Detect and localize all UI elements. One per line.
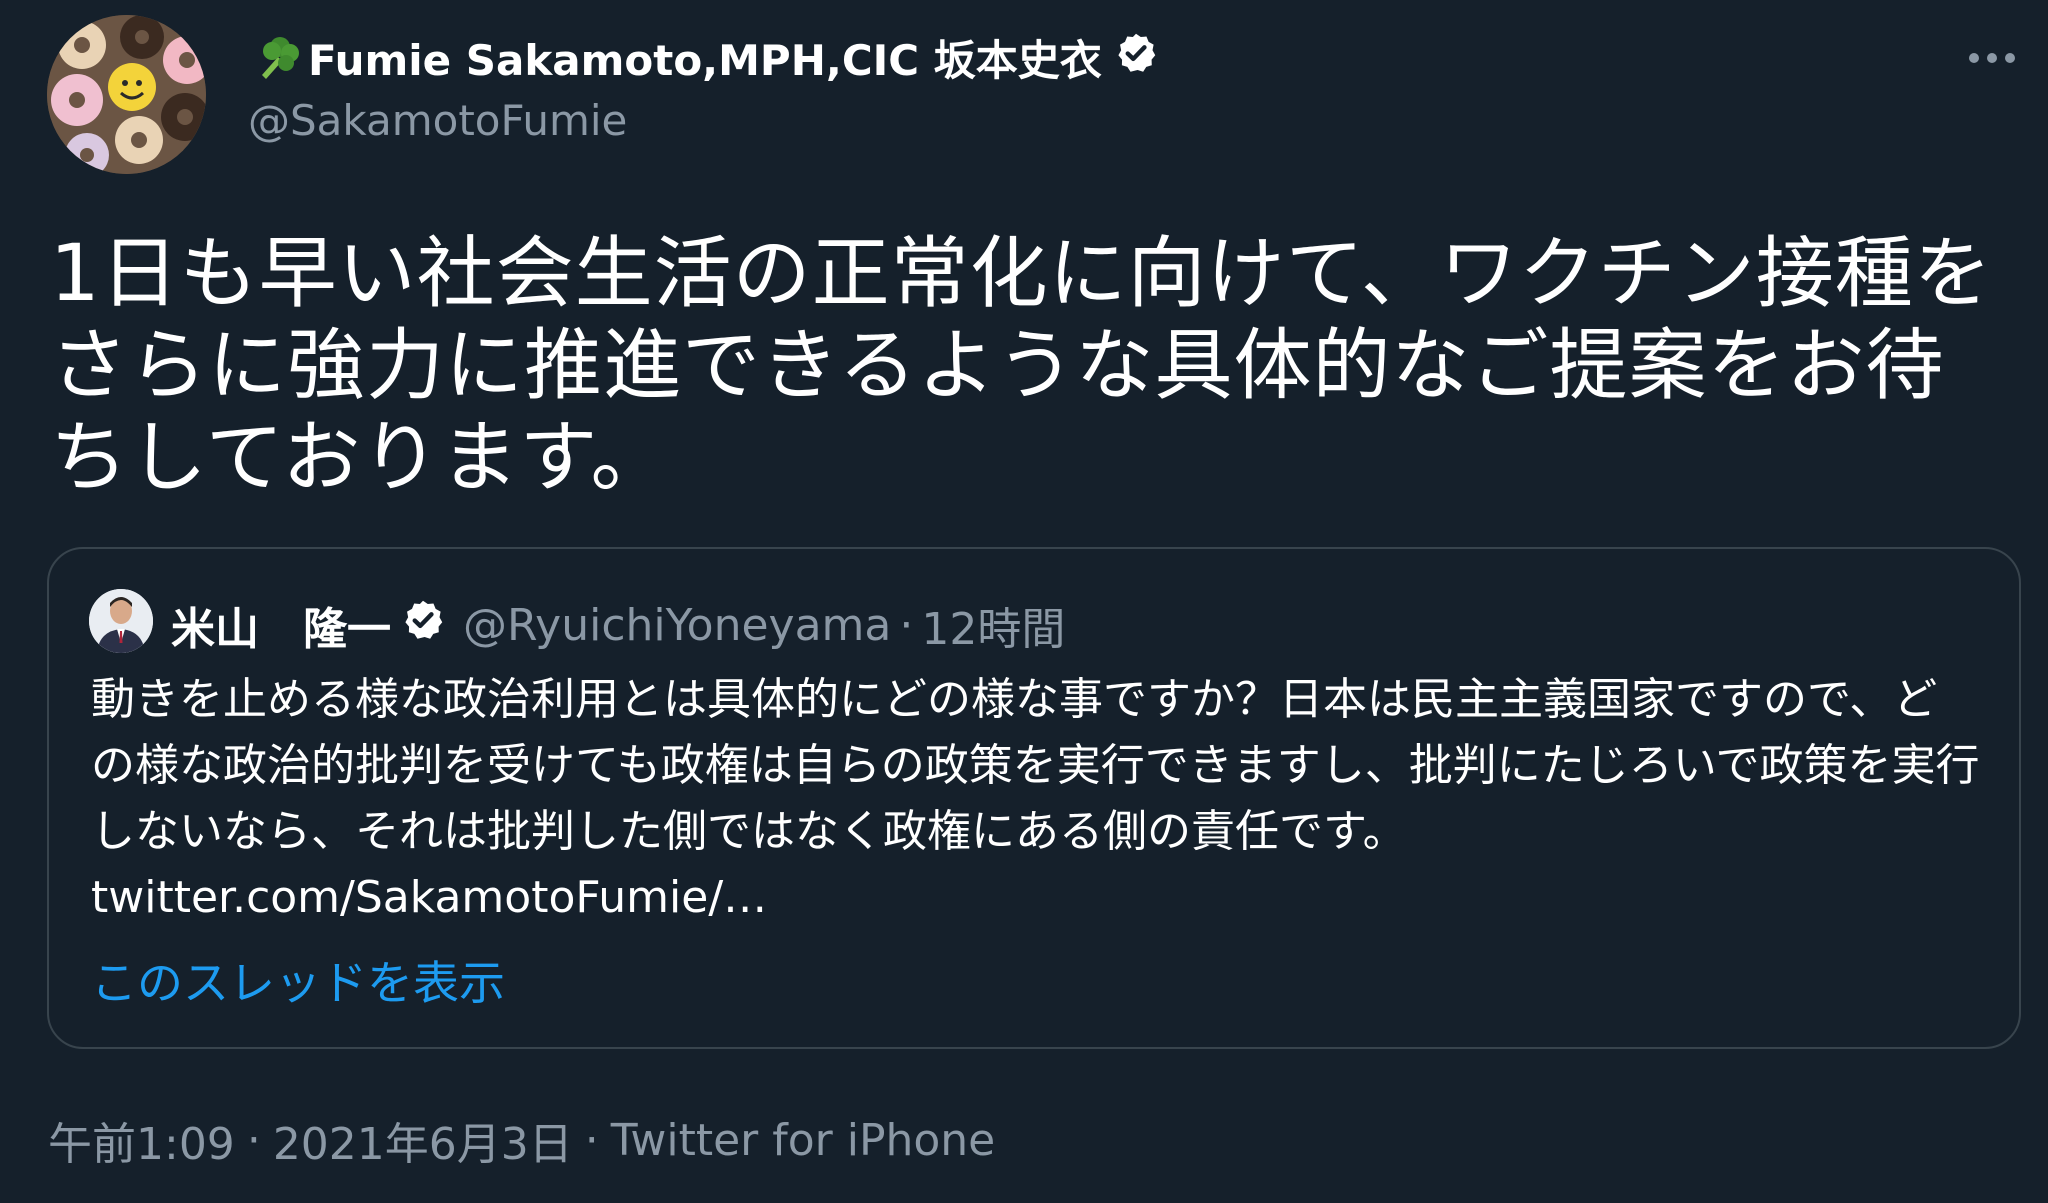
author-name-row[interactable]: Fumie Sakamoto,MPH,CIC 坂本史衣 — [248, 27, 1158, 88]
tweet-text: 1日も早い社会生活の正常化に向けて、ワクチン接種をさらに強力に推進できるような具… — [50, 229, 1993, 503]
tweet-source[interactable]: Twitter for iPhone — [611, 1115, 995, 1166]
tweet-time[interactable]: 午前1:09 — [48, 1108, 235, 1172]
author-avatar[interactable] — [47, 15, 206, 174]
quoted-header: 米山 隆一 @RyuichiYoneyama · 12時間 — [171, 593, 1065, 657]
tweet-date[interactable]: 2021年6月3日 — [273, 1108, 573, 1172]
separator-dot: · — [584, 1114, 599, 1166]
author-name: Fumie Sakamoto,MPH,CIC 坂本史衣 — [308, 36, 1102, 85]
separator-dot: · — [246, 1114, 261, 1166]
quoted-tweet-text: 動きを止める様な政治利用とは具体的にどの様な事ですか？日本は民主主義国家ですので… — [91, 674, 1980, 923]
quoted-author-avatar — [89, 589, 153, 653]
separator-dot: · — [899, 599, 914, 651]
quoted-tweet-card[interactable]: 米山 隆一 @RyuichiYoneyama · 12時間 動きを止める様な政治… — [47, 547, 2021, 1049]
quoted-timestamp[interactable]: 12時間 — [921, 593, 1065, 657]
broccoli-icon — [248, 31, 302, 85]
author-handle[interactable]: @SakamotoFumie — [248, 96, 627, 145]
quoted-author-name[interactable]: 米山 隆一 — [171, 593, 391, 657]
verified-badge-icon — [1114, 31, 1158, 85]
show-thread-link[interactable]: このスレッドを表示 — [91, 947, 505, 1013]
verified-badge-icon — [401, 598, 445, 653]
more-horizontal-icon[interactable] — [1962, 28, 2022, 88]
tweet-meta: 午前1:09 · 2021年6月3日 · Twitter for iPhone — [48, 1108, 995, 1172]
quoted-author-handle[interactable]: @RyuichiYoneyama — [463, 600, 891, 651]
